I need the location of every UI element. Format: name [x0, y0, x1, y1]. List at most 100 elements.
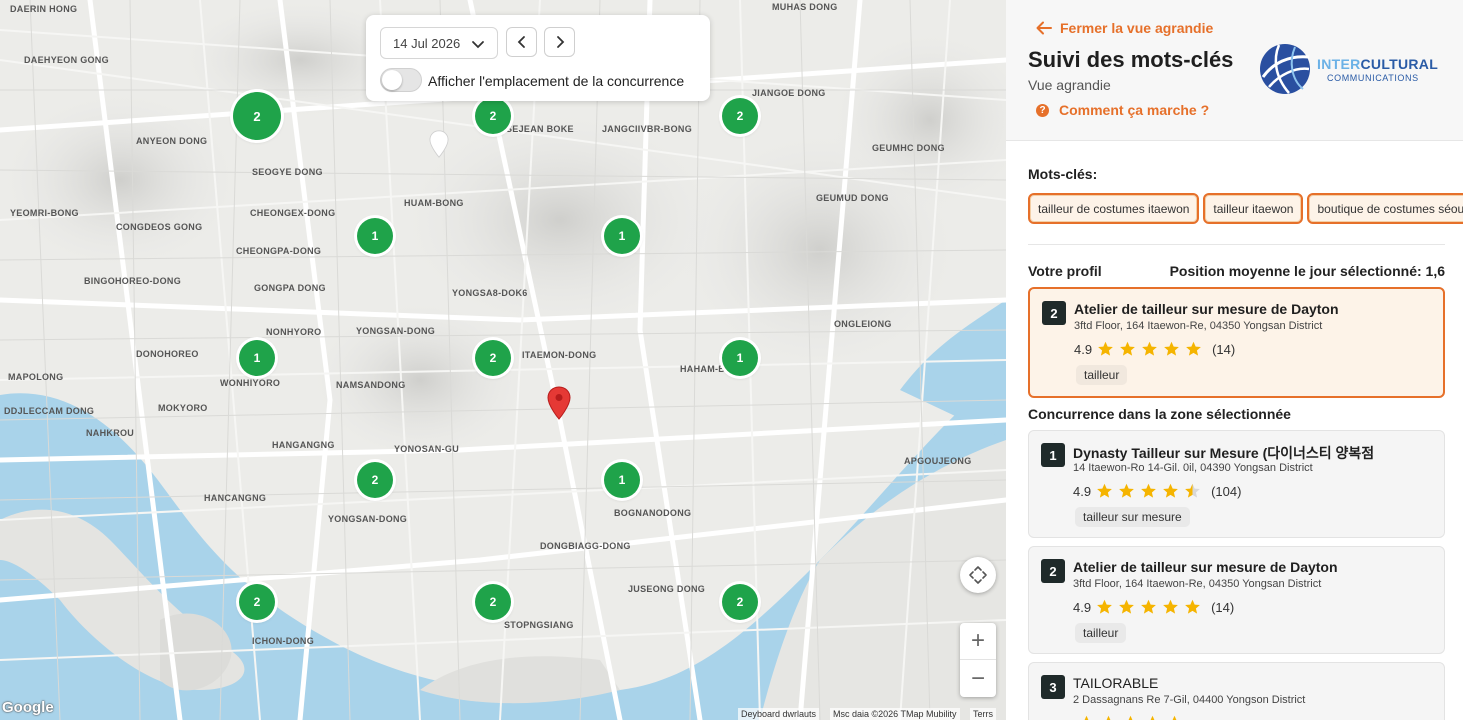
star-icon — [1172, 715, 1177, 720]
keyword-chip[interactable]: tailleur itaewon — [1203, 193, 1304, 224]
close-expanded-view-link[interactable]: Fermer la vue agrandie — [1036, 20, 1213, 36]
star-icon — [1185, 599, 1200, 614]
keyword-chip[interactable]: boutique de costumes séoul — [1307, 193, 1463, 224]
star-icon — [1119, 599, 1134, 614]
rating: 4.9 (14) — [1074, 341, 1235, 357]
cluster-marker[interactable]: 2 — [475, 340, 511, 376]
business-name: Atelier de tailleur sur mesure de Dayton — [1073, 559, 1338, 575]
keyword-tracking-panel: Fermer la vue agrandie Suivi des mots-cl… — [1006, 0, 1463, 720]
page-title: Suivi des mots-clés — [1028, 47, 1234, 72]
map-label: HANCANGNG — [204, 493, 267, 503]
business-address: 3ftd Floor, 164 Itaewon-Re, 04350 Yongsa… — [1074, 320, 1323, 332]
date-select-value: 14 Jul 2026 — [393, 35, 461, 51]
google-logo: Google — [2, 699, 54, 716]
star-icon — [1098, 341, 1113, 356]
competition-location-toggle[interactable] — [380, 68, 422, 92]
category-tag: tailleur — [1076, 365, 1128, 385]
chevron-down-icon — [472, 41, 484, 49]
cluster-marker[interactable]: 1 — [239, 340, 275, 376]
map-label: BINGOHOREO-DONG — [84, 276, 182, 286]
page-subtitle: Vue agrandie — [1028, 77, 1111, 93]
location-pin-icon — [429, 130, 449, 158]
cluster-marker[interactable]: 2 — [233, 92, 281, 140]
map-attribution[interactable]: Terrs — [970, 708, 996, 720]
map-label: MAPOLONG — [8, 372, 64, 382]
star-icon — [1164, 341, 1179, 356]
star-icon — [1106, 715, 1111, 720]
map-label: CHEONGPA-DONG — [236, 246, 322, 256]
zoom-out-button[interactable]: − — [960, 660, 996, 697]
star-rating — [1078, 715, 1188, 720]
map-label: JANGCIIVBR-BONG — [602, 124, 693, 134]
date-select[interactable]: 14 Jul 2026 — [380, 27, 498, 59]
map-label: SEOGYE DONG — [252, 167, 323, 177]
star-icon — [1142, 341, 1157, 356]
map-label: CHEONGEX-DONG — [250, 208, 336, 218]
competition-title: Concurrence dans la zone sélectionnée — [1028, 406, 1291, 422]
next-day-button[interactable] — [544, 27, 575, 57]
keyword-chip[interactable]: tailleur de costumes itaewon — [1028, 193, 1200, 224]
review-count: (14) — [1212, 341, 1236, 357]
keywords-title: Mots-clés: — [1028, 166, 1098, 182]
fullscreen-button[interactable] — [960, 557, 996, 593]
star-icon — [1119, 483, 1134, 498]
map-label: NONHYORO — [266, 327, 322, 337]
map-label: ONGLEIONG — [834, 319, 892, 329]
competitor-card[interactable]: 2 Atelier de tailleur sur mesure de Dayt… — [1028, 546, 1445, 654]
star-icon — [1186, 341, 1201, 356]
map-label: ITAEMON-DONG — [522, 350, 597, 360]
map-label: HUAM-BONG — [404, 198, 464, 208]
cluster-marker[interactable]: 1 — [357, 218, 393, 254]
cluster-marker[interactable]: 2 — [722, 584, 758, 620]
business-address: 14 Itaewon-Ro 14-Gil. 0il, 04390 Yongsan… — [1073, 462, 1313, 474]
competitor-card[interactable]: 3 TAILORABLE 2 Dassagnans Re 7-Gil, 0440… — [1028, 662, 1445, 720]
map-label: JIANGOE DONG — [752, 88, 826, 98]
rating-value: 4.9 — [1074, 341, 1093, 357]
divider — [1028, 244, 1445, 245]
cluster-marker[interactable]: 2 — [475, 584, 511, 620]
company-logo: INTERCULTURAL COMMUNICATIONS — [1259, 42, 1459, 96]
competitor-card[interactable]: 1 Dynasty Tailleur sur Mesure (다이너스티 양복점… — [1028, 430, 1445, 538]
map-label: YONOSAN-GU — [394, 444, 460, 454]
map-view[interactable]: DAERIN HONG DAEHYEON GONG ANYEON DONG SE… — [0, 0, 1006, 720]
location-pin-icon[interactable] — [547, 386, 571, 420]
map-label: DDJLECCAM DONG — [4, 406, 95, 416]
cluster-marker[interactable]: 1 — [604, 218, 640, 254]
star-icon — [1128, 715, 1133, 720]
map-label: YONGSAN-DONG — [328, 514, 408, 524]
review-count: (104) — [1211, 483, 1242, 499]
map-label: GEUMUD DONG — [816, 193, 889, 203]
cluster-marker[interactable]: 2 — [475, 98, 511, 134]
chevron-left-icon — [517, 36, 525, 48]
previous-day-button[interactable] — [506, 27, 537, 57]
map-label: BOGNANODONG — [614, 508, 692, 518]
globe-logo-icon — [1260, 44, 1310, 94]
cluster-marker[interactable]: 2 — [722, 98, 758, 134]
cluster-marker[interactable]: 2 — [239, 584, 275, 620]
map-label: JUSEONG DONG — [628, 584, 706, 594]
map-label: NAHKROU — [86, 428, 135, 438]
zoom-in-button[interactable]: + — [960, 623, 996, 660]
cluster-marker[interactable]: 1 — [604, 462, 640, 498]
star-icon — [1185, 483, 1200, 498]
panel-header: Fermer la vue agrandie Suivi des mots-cl… — [1006, 0, 1463, 141]
map-label: GEUMHC DONG — [872, 143, 945, 153]
logo-wordmark: INTERCULTURAL — [1317, 56, 1439, 72]
how-it-works-link[interactable]: ? Comment ça marche ? — [1036, 102, 1209, 118]
map-label: DAERIN HONG — [10, 4, 78, 14]
map-attribution[interactable]: Deyboard dwrlauts — [738, 708, 820, 720]
logo-tagline: COMMUNICATIONS — [1327, 73, 1419, 83]
star-rating — [1096, 483, 1206, 499]
map-label: CONGDEOS GONG — [116, 222, 203, 232]
chevron-right-icon — [556, 36, 564, 48]
star-icon — [1120, 341, 1135, 356]
cluster-marker[interactable]: 1 — [722, 340, 758, 376]
question-icon: ? — [1036, 103, 1049, 117]
average-position: Position moyenne le jour sélectionné: 1,… — [1169, 263, 1445, 279]
keyword-chips: tailleur de costumes itaewon tailleur ita… — [1028, 193, 1463, 224]
cluster-marker[interactable]: 2 — [357, 462, 393, 498]
map-label: DONOHOREO — [136, 349, 199, 359]
star-icon — [1097, 483, 1112, 498]
profile-card[interactable]: 2 Atelier de tailleur sur mesure de Dayt… — [1028, 287, 1445, 398]
business-name: TAILORABLE — [1073, 675, 1159, 691]
